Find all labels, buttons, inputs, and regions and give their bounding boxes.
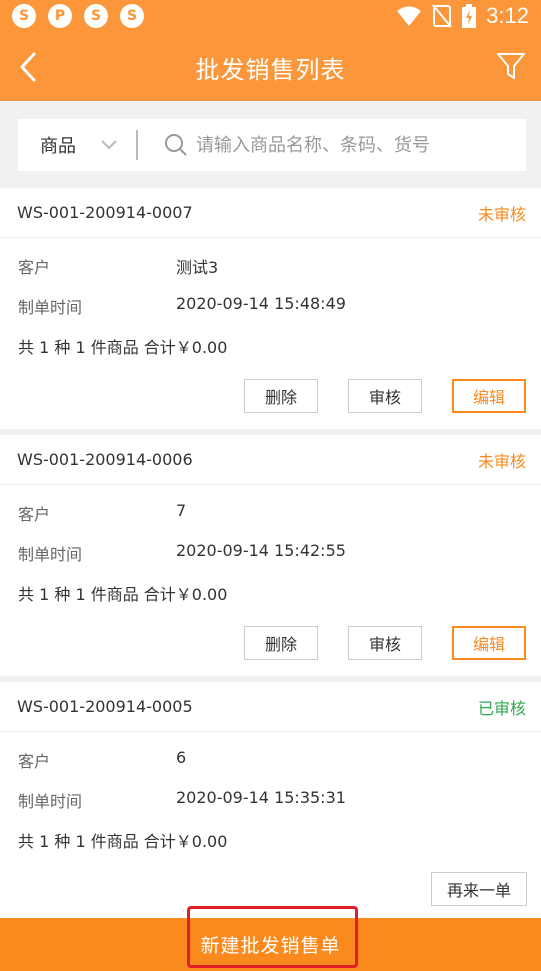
new-order-button[interactable]: 新建批发销售单	[0, 918, 541, 971]
customer-value: 6	[176, 748, 187, 767]
order-card[interactable]: WS-001-200914-0005 已审核 客户 6 制单时间 2020-09…	[0, 682, 541, 918]
no-sim-icon	[432, 4, 452, 28]
customer-label: 客户	[18, 752, 51, 771]
clock: 3:12	[486, 3, 529, 28]
customer-value: 7	[176, 501, 187, 520]
time-value: 2020-09-14 15:42:55	[176, 541, 346, 560]
app-notification-icon: S	[120, 4, 144, 28]
status-badge: 未审核	[477, 204, 526, 224]
customer-value: 测试3	[176, 258, 219, 277]
search-icon	[165, 134, 187, 156]
wifi-icon	[397, 6, 422, 26]
time-label: 制单时间	[18, 792, 83, 811]
delete-button[interactable]: 删除	[244, 379, 318, 413]
divider	[136, 130, 138, 160]
search-area: 商品	[0, 101, 541, 187]
message-icon: P	[48, 4, 72, 28]
app-notification-icon: S	[84, 4, 108, 28]
search-input[interactable]	[188, 134, 526, 156]
search-bar: 商品	[18, 119, 526, 171]
time-value: 2020-09-14 15:48:49	[176, 294, 346, 313]
order-card[interactable]: WS-001-200914-0007 未审核 客户 测试3 制单时间 2020-…	[0, 188, 541, 429]
chevron-down-icon	[101, 140, 117, 150]
filter-button[interactable]	[495, 50, 527, 82]
edit-button[interactable]: 编辑	[452, 626, 526, 660]
page-title: 批发销售列表	[195, 56, 346, 84]
status-badge: 未审核	[477, 451, 526, 471]
status-bar: S P S S 3:12	[0, 0, 541, 32]
order-summary: 共 1 种 1 件商品 合计￥0.00	[18, 585, 228, 604]
edit-button[interactable]: 编辑	[452, 379, 526, 413]
app-header: S P S S 3:12 批发销售列表	[0, 0, 541, 101]
order-card[interactable]: WS-001-200914-0006 未审核 客户 7 制单时间 2020-09…	[0, 435, 541, 676]
delete-button[interactable]: 删除	[244, 626, 318, 660]
new-order-label: 新建批发销售单	[200, 935, 341, 957]
search-category-label: 商品	[40, 136, 76, 157]
search-category-select[interactable]: 商品	[18, 132, 136, 158]
time-label: 制单时间	[18, 545, 83, 564]
customer-label: 客户	[18, 258, 51, 277]
order-summary: 共 1 种 1 件商品 合计￥0.00	[18, 832, 228, 851]
time-value: 2020-09-14 15:35:31	[176, 788, 346, 807]
order-number: WS-001-200914-0007	[17, 203, 193, 222]
order-number: WS-001-200914-0006	[17, 450, 193, 469]
order-number: WS-001-200914-0005	[17, 697, 193, 716]
approve-button[interactable]: 审核	[348, 626, 422, 660]
approve-button[interactable]: 审核	[348, 379, 422, 413]
time-label: 制单时间	[18, 298, 83, 317]
status-badge: 已审核	[477, 698, 526, 718]
reorder-button[interactable]: 再来一单	[431, 872, 527, 906]
customer-label: 客户	[18, 505, 51, 524]
app-notification-icon: S	[12, 4, 36, 28]
battery-charging-icon	[462, 4, 477, 28]
order-summary: 共 1 种 1 件商品 合计￥0.00	[18, 338, 228, 357]
